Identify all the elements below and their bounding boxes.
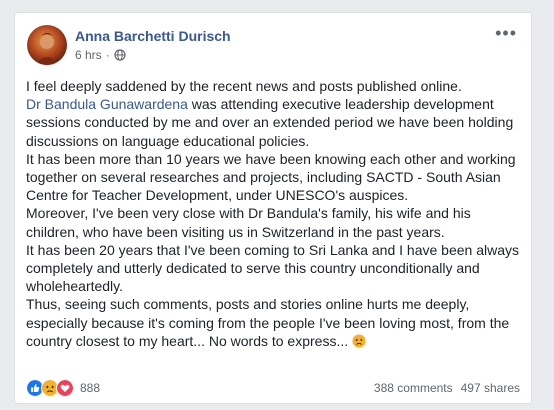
post-line: It has been more than 10 years we have b… [26,150,516,204]
post-meta: 6 hrs · [75,48,126,62]
mention-link[interactable]: Dr Bandula Gunawardena [26,96,188,112]
love-icon [56,379,74,397]
crying-face-emoji [352,334,366,348]
meta-separator: · [105,48,110,62]
shares-count[interactable]: 497 shares [461,381,520,395]
post-line: It has been 20 years that I've been comi… [26,241,519,295]
engagement-stats: 388 comments 497 shares [374,381,520,395]
post-line: I feel deeply saddened by the recent new… [26,78,462,94]
avatar[interactable] [27,25,67,65]
post-footer: 888 388 comments 497 shares [26,378,520,398]
post-card: Anna Barchetti Durisch 6 hrs · ••• I fee… [14,12,532,404]
post-body: I feel deeply saddened by the recent new… [26,77,526,350]
author-name[interactable]: Anna Barchetti Durisch [75,28,231,44]
post-line: Dr Bandula Gunawardena was attending exe… [26,95,526,150]
comments-count[interactable]: 388 comments [374,381,453,395]
more-dots-icon[interactable]: ••• [495,24,517,42]
post-line-text: Thus, seeing such comments, posts and st… [26,296,510,349]
profile-photo [27,25,67,65]
post-line: Thus, seeing such comments, posts and st… [26,295,526,350]
post-line: Moreover, I've been very close with Dr B… [26,205,471,240]
post-timestamp[interactable]: 6 hrs [75,48,102,62]
reactions-summary[interactable]: 888 [26,379,100,397]
reaction-count: 888 [80,381,101,395]
globe-icon[interactable] [114,49,126,61]
